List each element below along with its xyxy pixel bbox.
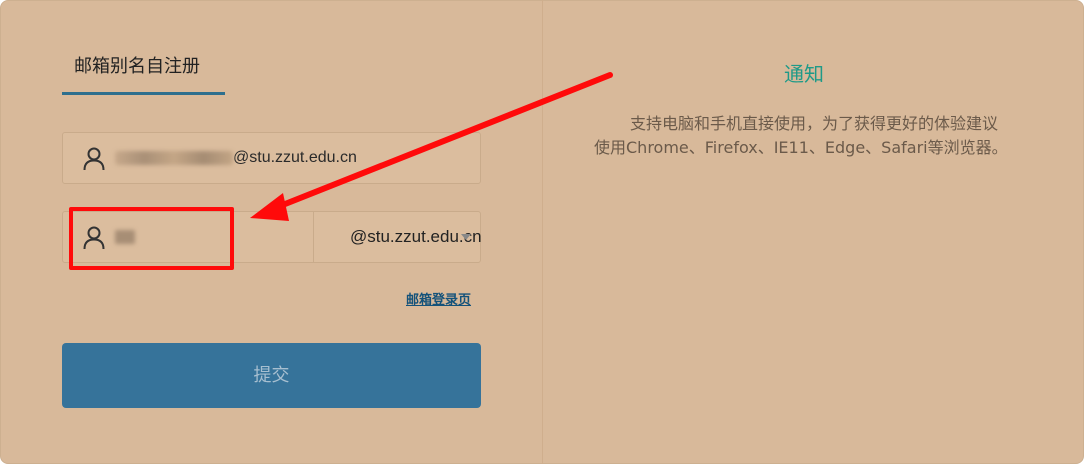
- redacted-text: [115, 150, 233, 165]
- notice-line-2: 使用Chrome、Firefox、IE11、Edge、Safari等浏览器。: [594, 138, 1008, 157]
- tab-email-alias-register[interactable]: 邮箱别名自注册: [62, 52, 225, 96]
- submit-button[interactable]: 提交: [62, 343, 481, 408]
- notice-title: 通知: [784, 62, 824, 86]
- full-email-value: @stu.zzut.edu.cn: [115, 133, 357, 183]
- full-email-field[interactable]: @stu.zzut.edu.cn: [62, 132, 481, 184]
- login-page-link[interactable]: 邮箱登录页: [406, 289, 471, 308]
- panel-divider: [542, 0, 543, 464]
- caret-down-icon: [461, 234, 471, 240]
- user-icon: [83, 147, 105, 171]
- email-suffix: @stu.zzut.edu.cn: [233, 149, 357, 166]
- annotation-highlight-box: [69, 207, 234, 270]
- domain-select[interactable]: @stu.zzut.edu.cn: [314, 212, 482, 262]
- notice-text: 支持电脑和手机直接使用，为了获得更好的体验建议 使用Chrome、Firefox…: [594, 112, 1054, 160]
- notice-line-1: 支持电脑和手机直接使用，为了获得更好的体验建议: [630, 114, 999, 133]
- tab-active-underline: [62, 92, 225, 95]
